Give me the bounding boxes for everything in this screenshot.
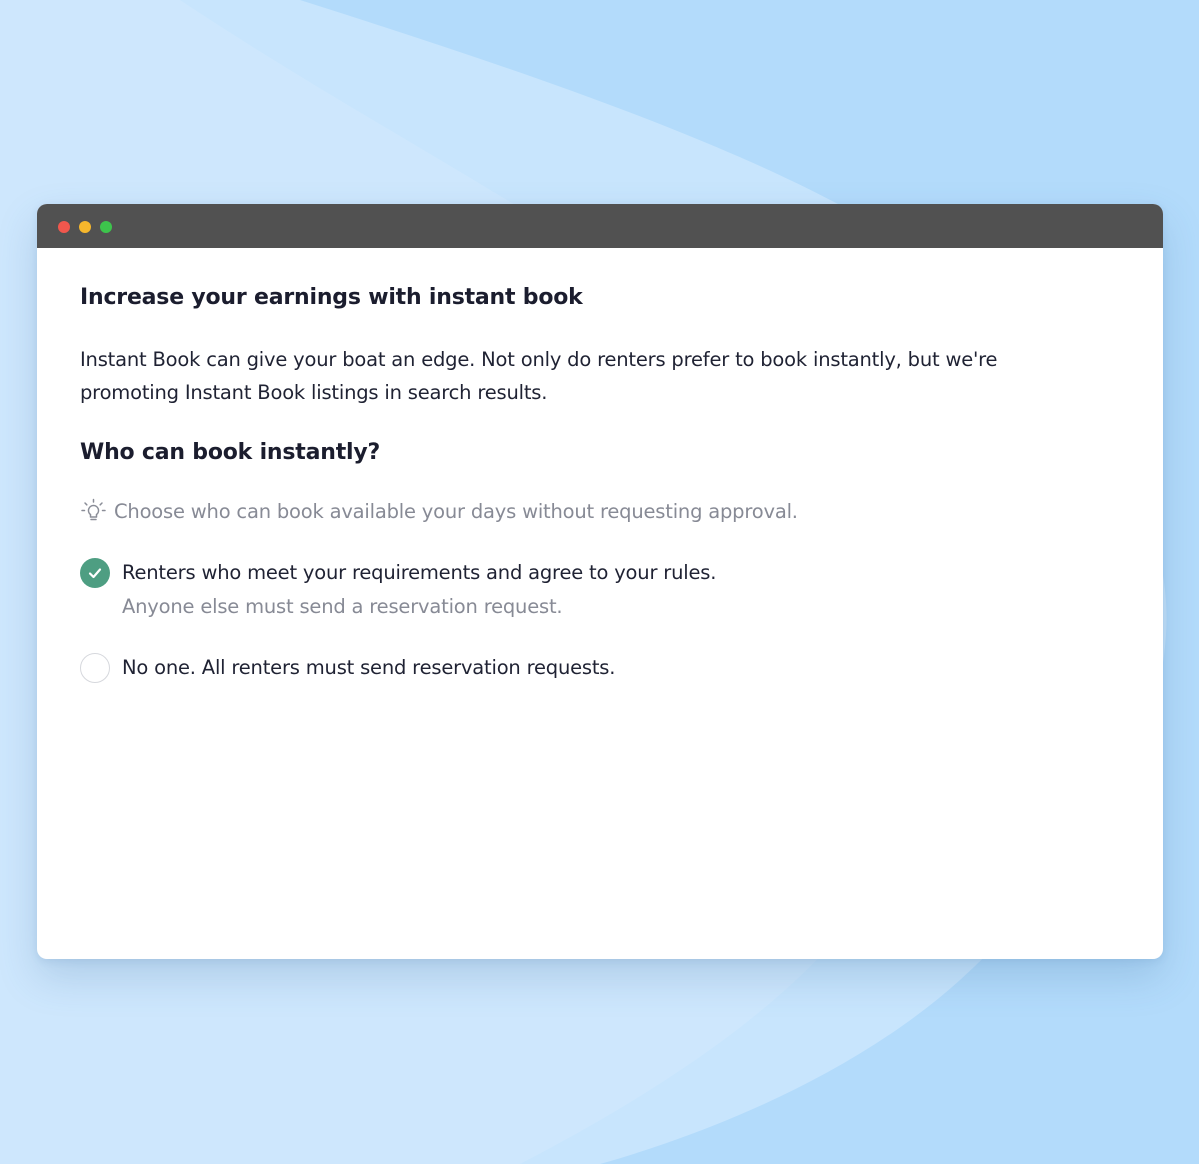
maximize-window-button[interactable] <box>100 221 112 233</box>
option-sublabel: Anyone else must send a reservation requ… <box>122 595 563 618</box>
option-text: No one. All renters must send reservatio… <box>122 653 615 683</box>
section-title: Who can book instantly? <box>80 440 381 465</box>
checkmark-icon <box>88 568 102 579</box>
close-window-button[interactable] <box>58 221 70 233</box>
tip-row: Choose who can book available your days … <box>80 498 798 525</box>
description-text: Instant Book can give your boat an edge.… <box>80 348 998 404</box>
window-titlebar <box>37 204 1163 248</box>
option-no-one[interactable]: No one. All renters must send reservatio… <box>80 653 615 683</box>
lightbulb-icon <box>80 498 107 525</box>
option-label: No one. All renters must send reservatio… <box>122 656 616 679</box>
tip-text: Choose who can book available your days … <box>114 500 798 523</box>
browser-window: Increase your earnings with instant book… <box>37 204 1163 959</box>
page-title: Increase your earnings with instant book <box>80 285 583 310</box>
radio-checked[interactable] <box>80 558 110 588</box>
radio-unchecked[interactable] <box>80 653 110 683</box>
option-text: Renters who meet your requirements and a… <box>122 558 716 622</box>
option-label: Renters who meet your requirements and a… <box>122 561 717 584</box>
option-renters-meeting-requirements[interactable]: Renters who meet your requirements and a… <box>80 558 716 622</box>
minimize-window-button[interactable] <box>79 221 91 233</box>
